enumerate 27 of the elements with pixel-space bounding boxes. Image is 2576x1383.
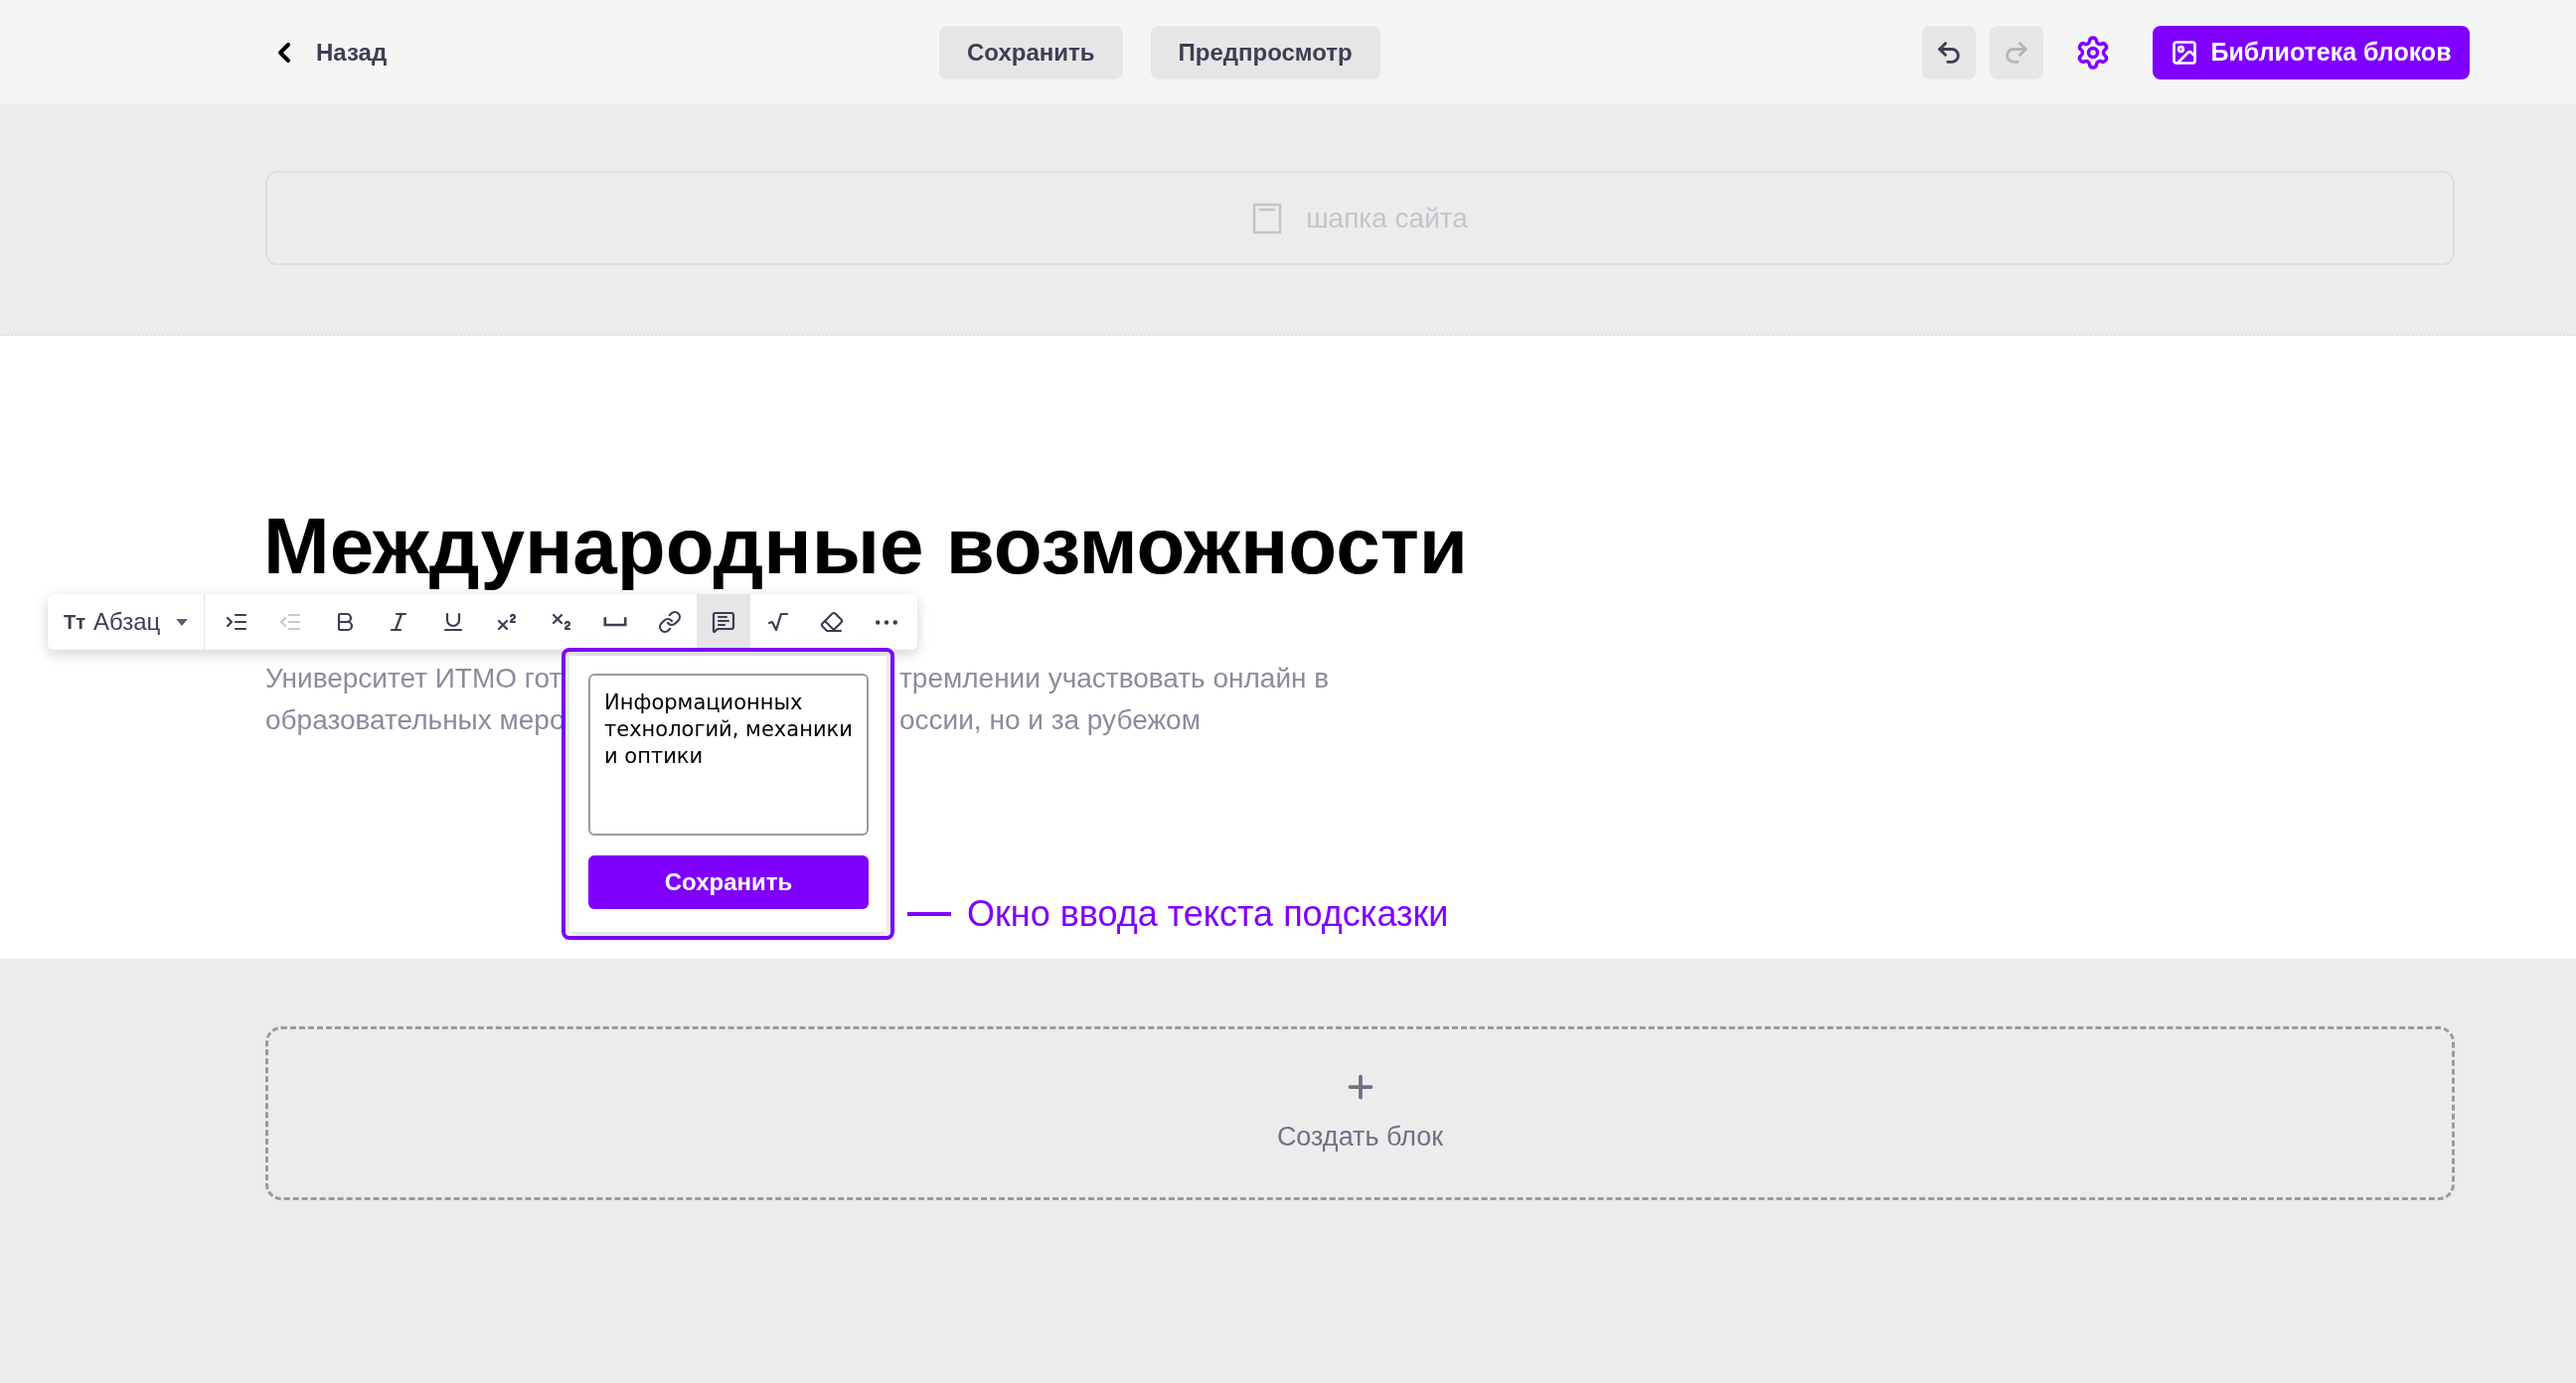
message-icon <box>712 610 736 634</box>
style-label: Абзац <box>93 607 161 637</box>
tooltip-text-field[interactable]: Информационных технологий, механики и оптики <box>588 674 869 836</box>
square-root-icon <box>765 610 790 634</box>
paragraph-style-dropdown[interactable]: Tт Абзац <box>48 594 206 650</box>
create-block-button[interactable]: Создать блок <box>265 1026 2455 1200</box>
tooltip-save-button[interactable]: Сохранить <box>588 855 869 909</box>
annotation-label: Окно ввода текста подсказки <box>967 892 1449 936</box>
message-tool-button[interactable] <box>696 594 751 650</box>
caret-icon <box>176 618 189 626</box>
paragraph-text: образовательных меро <box>265 703 566 737</box>
save-button[interactable]: Сохранить <box>939 25 1123 79</box>
more-icon <box>875 619 897 625</box>
block-library-button[interactable]: Библиотека блоков <box>2153 25 2470 79</box>
undo-button[interactable] <box>1922 25 1976 79</box>
header-icon <box>1252 202 1283 234</box>
settings-icon[interactable] <box>2075 34 2111 71</box>
text-style-icon: Tт <box>64 607 85 637</box>
paragraph-text: тремлении участвовать онлайн в <box>899 662 1330 695</box>
paragraph-text: Университет ИТМО гот <box>265 662 564 695</box>
back-link[interactable]: Назад <box>268 34 388 71</box>
link-icon <box>657 610 682 634</box>
eraser-icon <box>820 610 845 634</box>
space-icon <box>603 617 628 627</box>
image-icon <box>2171 38 2199 67</box>
preview-button[interactable]: Предпросмотр <box>1150 25 1380 79</box>
paragraph-text: оссии, но и за рубежом <box>899 703 1201 737</box>
